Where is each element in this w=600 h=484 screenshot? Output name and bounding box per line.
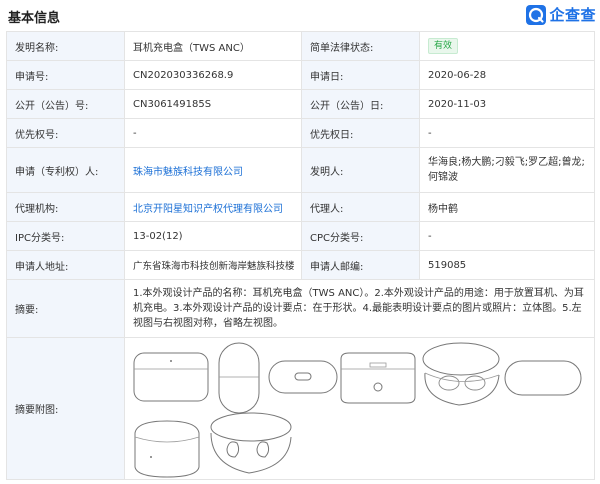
agent-value: 杨中鹤 [419,192,595,222]
agent-label: 代理人: [301,192,420,222]
address-value: 广东省珠海市科技创新海岸魅族科技楼 [124,250,302,280]
table-row: 摘要附图: [6,337,595,480]
invention-name-value: 耳机充电盒（TWS ANC） [124,31,302,61]
priority-date-value: - [419,118,595,148]
legal-status-cell: 有效 [419,31,595,61]
brand-logo[interactable]: 企查查 [526,4,596,25]
applicant-label: 申请（专利权）人: [6,147,125,193]
open-case-with-earbuds-drawing [210,412,292,474]
application-no-label: 申请号: [6,60,125,90]
publication-date-label: 公开（公告）日: [301,89,420,119]
back-view-drawing [340,352,416,403]
table-row: 摘要: 1.本外观设计产品的名称：耳机充电盒（TWS ANC）。2.本外观设计产… [6,279,595,338]
table-row: 申请号: CN202030336268.9 申请日: 2020-06-28 [6,60,595,90]
publication-no-label: 公开（公告）号: [6,89,125,119]
design-drawings[interactable] [125,339,589,479]
priority-date-label: 优先权日: [301,118,420,148]
front-view-drawing [133,352,209,401]
priority-no-label: 优先权号: [6,118,125,148]
patent-info-table: 发明名称: 耳机充电盒（TWS ANC） 简单法律状态: 有效 申请号: CN2… [6,31,595,480]
qichacha-logo-icon [526,4,547,25]
application-no-value: CN202030336268.9 [124,60,302,90]
legal-status-label: 简单法律状态: [301,31,420,61]
abstract-figures-cell [124,337,595,480]
open-case-perspective-drawing [422,342,500,406]
application-date-label: 申请日: [301,60,420,90]
invention-name-label: 发明名称: [6,31,125,61]
bottom-view-drawing [268,360,338,393]
table-row: 申请（专利权）人: 珠海市魅族科技有限公司 发明人: 华海良;杨大鹏;刁毅飞;罗… [6,147,595,193]
publication-no-value: CN306149185S [124,89,302,119]
ipc-label: IPC分类号: [6,221,125,251]
abstract-value: 1.本外观设计产品的名称：耳机充电盒（TWS ANC）。2.本外观设计产品的用途… [124,279,595,338]
top-view-drawing [504,360,582,395]
agency-link[interactable]: 北京开阳星知识产权代理有限公司 [133,204,283,215]
cpc-value: - [419,221,595,251]
postal-code-label: 申请人邮编: [301,250,420,280]
applicant-link[interactable]: 珠海市魅族科技有限公司 [133,167,243,178]
ipc-value: 13-02(12) [124,221,302,251]
table-row: IPC分类号: 13-02(12) CPC分类号: - [6,221,595,251]
agency-cell: 北京开阳星知识产权代理有限公司 [124,192,302,222]
cpc-label: CPC分类号: [301,221,420,251]
abstract-figures-label: 摘要附图: [6,337,125,480]
publication-date-value: 2020-11-03 [419,89,595,119]
address-label: 申请人地址: [6,250,125,280]
side-view-drawing [218,342,260,413]
table-row: 优先权号: - 优先权日: - [6,118,595,148]
postal-code-value: 519085 [419,250,595,280]
table-row: 公开（公告）号: CN306149185S 公开（公告）日: 2020-11-0… [6,89,595,119]
abstract-label: 摘要: [6,279,125,338]
inventors-value: 华海良;杨大鹏;刁毅飞;罗乙超;曾龙;何锦波 [419,147,595,193]
applicant-cell: 珠海市魅族科技有限公司 [124,147,302,193]
brand-name: 企查查 [549,6,596,24]
agency-label: 代理机构: [6,192,125,222]
inventors-label: 发明人: [301,147,420,193]
table-row: 发明名称: 耳机充电盒（TWS ANC） 简单法律状态: 有效 [6,31,595,61]
table-row: 申请人地址: 广东省珠海市科技创新海岸魅族科技楼 申请人邮编: 519085 [6,250,595,280]
application-date-value: 2020-06-28 [419,60,595,90]
header: 基本信息 企查查 [0,0,600,31]
status-badge: 有效 [428,38,459,54]
section-title: 基本信息 [8,11,61,26]
priority-no-value: - [124,118,302,148]
closed-case-perspective-drawing [134,419,200,478]
table-row: 代理机构: 北京开阳星知识产权代理有限公司 代理人: 杨中鹤 [6,192,595,222]
